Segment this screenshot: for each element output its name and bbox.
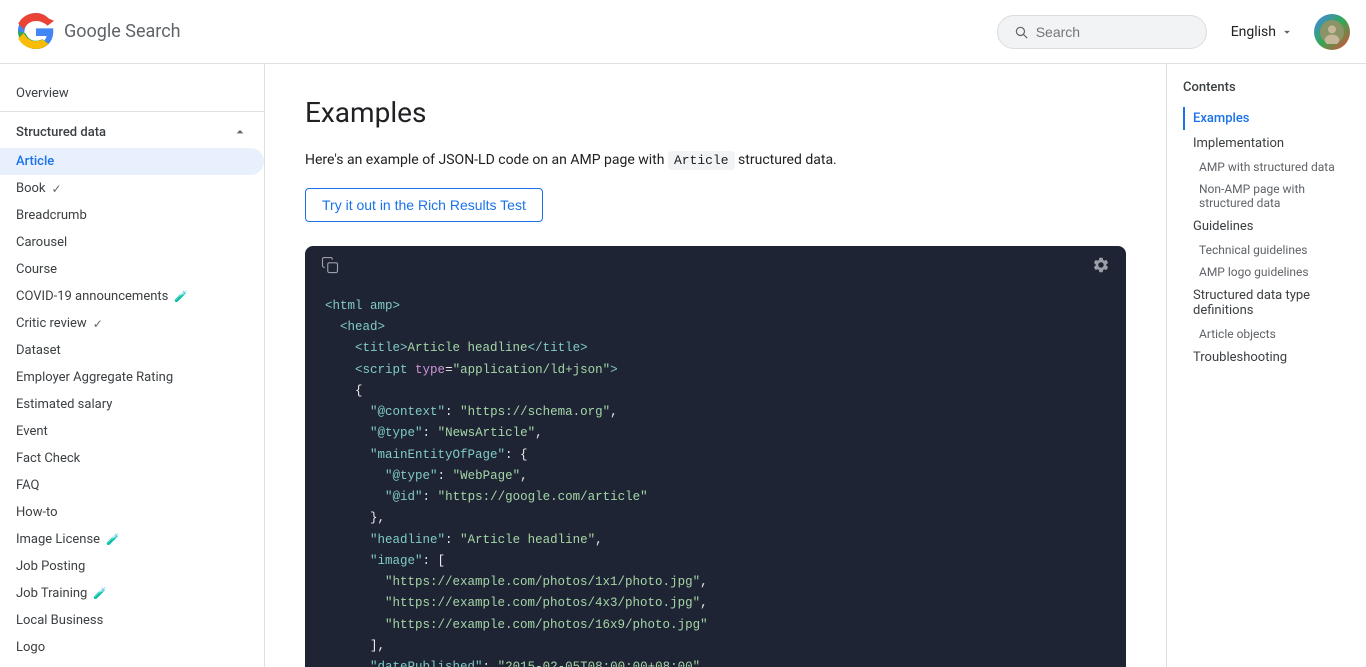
- sidebar-item-salary[interactable]: Estimated salary: [0, 391, 264, 418]
- article-code: Article: [668, 151, 735, 170]
- code-header: [305, 246, 1126, 288]
- sidebar-item-label: Employer Aggregate Rating: [16, 370, 173, 385]
- sidebar-item-jobtraining[interactable]: Job Training 🧪: [0, 580, 264, 607]
- chevron-down-icon: [1280, 25, 1294, 39]
- copy-icon[interactable]: [321, 256, 339, 278]
- sidebar-item-label: Image License: [16, 532, 100, 547]
- sidebar-item-label: Local Business: [16, 613, 103, 628]
- page-layout: Overview Structured data Article Book ✓ …: [0, 64, 1366, 667]
- intro-prefix: Here's an example of JSON-LD code on an …: [305, 152, 664, 168]
- sidebar-item-event[interactable]: Event: [0, 418, 264, 445]
- beta-icon: 🧪: [106, 533, 120, 546]
- sidebar-item-label: Article: [16, 154, 54, 169]
- toc-section: Examples Implementation AMP with structu…: [1183, 107, 1350, 369]
- sidebar-item-label: Course: [16, 262, 57, 277]
- toc-item-troubleshooting[interactable]: Troubleshooting: [1183, 346, 1350, 369]
- toc-title: Contents: [1183, 80, 1350, 95]
- sidebar-item-employer[interactable]: Employer Aggregate Rating: [0, 364, 264, 391]
- sidebar-item-factcheck[interactable]: Fact Check: [0, 445, 264, 472]
- sidebar-item-article[interactable]: Article: [0, 148, 264, 175]
- sidebar-item-label: Fact Check: [16, 451, 80, 466]
- toc-sub-item-amp[interactable]: AMP with structured data: [1183, 157, 1350, 177]
- sidebar-item-label: Carousel: [16, 235, 67, 250]
- google-logo-icon: [16, 12, 56, 52]
- language-label: English: [1231, 24, 1276, 40]
- sidebar-item-movie[interactable]: Movie: [0, 661, 264, 667]
- avatar[interactable]: [1314, 14, 1350, 50]
- right-sidebar: Contents Examples Implementation AMP wit…: [1166, 64, 1366, 667]
- sidebar-item-label: Logo: [16, 640, 45, 655]
- sidebar-item-logo[interactable]: Logo: [0, 634, 264, 661]
- section-label: Structured data: [16, 125, 106, 140]
- verified-badge-icon: ✓: [93, 317, 103, 331]
- toc-sub-item-article-objects[interactable]: Article objects: [1183, 324, 1350, 344]
- chevron-up-icon: [232, 124, 248, 140]
- toc-item-guidelines[interactable]: Guidelines: [1183, 215, 1350, 238]
- sidebar-divider: [0, 111, 264, 112]
- sidebar-item-label: Job Training: [16, 586, 87, 601]
- beta-icon: 🧪: [93, 587, 107, 600]
- sidebar-section-header: Structured data: [0, 116, 264, 148]
- sidebar-item-course[interactable]: Course: [0, 256, 264, 283]
- sidebar-item-label: Event: [16, 424, 48, 439]
- toc-item-implementation[interactable]: Implementation: [1183, 132, 1350, 155]
- rich-results-button[interactable]: Try it out in the Rich Results Test: [305, 188, 543, 222]
- sidebar-item-critic[interactable]: Critic review ✓: [0, 310, 264, 337]
- toc-sub-item-nonamp[interactable]: Non-AMP page with structured data: [1183, 179, 1350, 213]
- sidebar-item-label: Dataset: [16, 343, 61, 358]
- sidebar-item-dataset[interactable]: Dataset: [0, 337, 264, 364]
- verified-badge-icon: ✓: [52, 182, 62, 196]
- sidebar-item-faq[interactable]: FAQ: [0, 472, 264, 499]
- sidebar-item-label: Job Posting: [16, 559, 85, 574]
- sidebar-item-howto[interactable]: How-to: [0, 499, 264, 526]
- sidebar-item-label: FAQ: [16, 478, 39, 493]
- sidebar-item-label: How-to: [16, 505, 58, 520]
- beta-icon: 🧪: [174, 290, 188, 303]
- sidebar-item-label: Critic review: [16, 316, 87, 331]
- header: Google Search English: [0, 0, 1366, 64]
- toc-item-examples[interactable]: Examples: [1183, 107, 1350, 130]
- code-content: <html amp> <head> <title>Article headlin…: [305, 288, 1126, 667]
- sidebar-item-jobposting[interactable]: Job Posting: [0, 553, 264, 580]
- left-sidebar: Overview Structured data Article Book ✓ …: [0, 64, 265, 667]
- sidebar-item-label: Book: [16, 181, 46, 196]
- logo-area: Google Search: [16, 12, 181, 52]
- code-block: <html amp> <head> <title>Article headlin…: [305, 246, 1126, 667]
- toc-sub-item-amplogo[interactable]: AMP logo guidelines: [1183, 262, 1350, 282]
- sidebar-item-localbusiness[interactable]: Local Business: [0, 607, 264, 634]
- page-heading: Examples: [305, 96, 1126, 129]
- language-selector[interactable]: English: [1223, 16, 1302, 48]
- settings-icon[interactable]: [1092, 256, 1110, 278]
- sidebar-item-label: Estimated salary: [16, 397, 112, 412]
- toc-sub-item-tech[interactable]: Technical guidelines: [1183, 240, 1350, 260]
- site-title: Google Search: [64, 21, 181, 42]
- sidebar-item-breadcrumb[interactable]: Breadcrumb: [0, 202, 264, 229]
- toc-item-structured-type[interactable]: Structured data type definitions: [1183, 284, 1350, 322]
- search-box[interactable]: [997, 15, 1207, 49]
- sidebar-item-imagelicense[interactable]: Image License 🧪: [0, 526, 264, 553]
- search-icon: [1014, 24, 1028, 40]
- main-content: Examples Here's an example of JSON-LD co…: [265, 64, 1166, 667]
- intro-text: Here's an example of JSON-LD code on an …: [305, 149, 1126, 172]
- sidebar-item-carousel[interactable]: Carousel: [0, 229, 264, 256]
- intro-suffix: structured data.: [738, 152, 837, 168]
- sidebar-item-overview[interactable]: Overview: [0, 80, 264, 107]
- sidebar-item-book[interactable]: Book ✓: [0, 175, 264, 202]
- sidebar-item-label: Breadcrumb: [16, 208, 87, 223]
- sidebar-item-label: COVID-19 announcements: [16, 289, 168, 304]
- search-input[interactable]: [1036, 24, 1190, 40]
- overview-label: Overview: [16, 86, 69, 101]
- sidebar-item-covid19[interactable]: COVID-19 announcements 🧪: [0, 283, 264, 310]
